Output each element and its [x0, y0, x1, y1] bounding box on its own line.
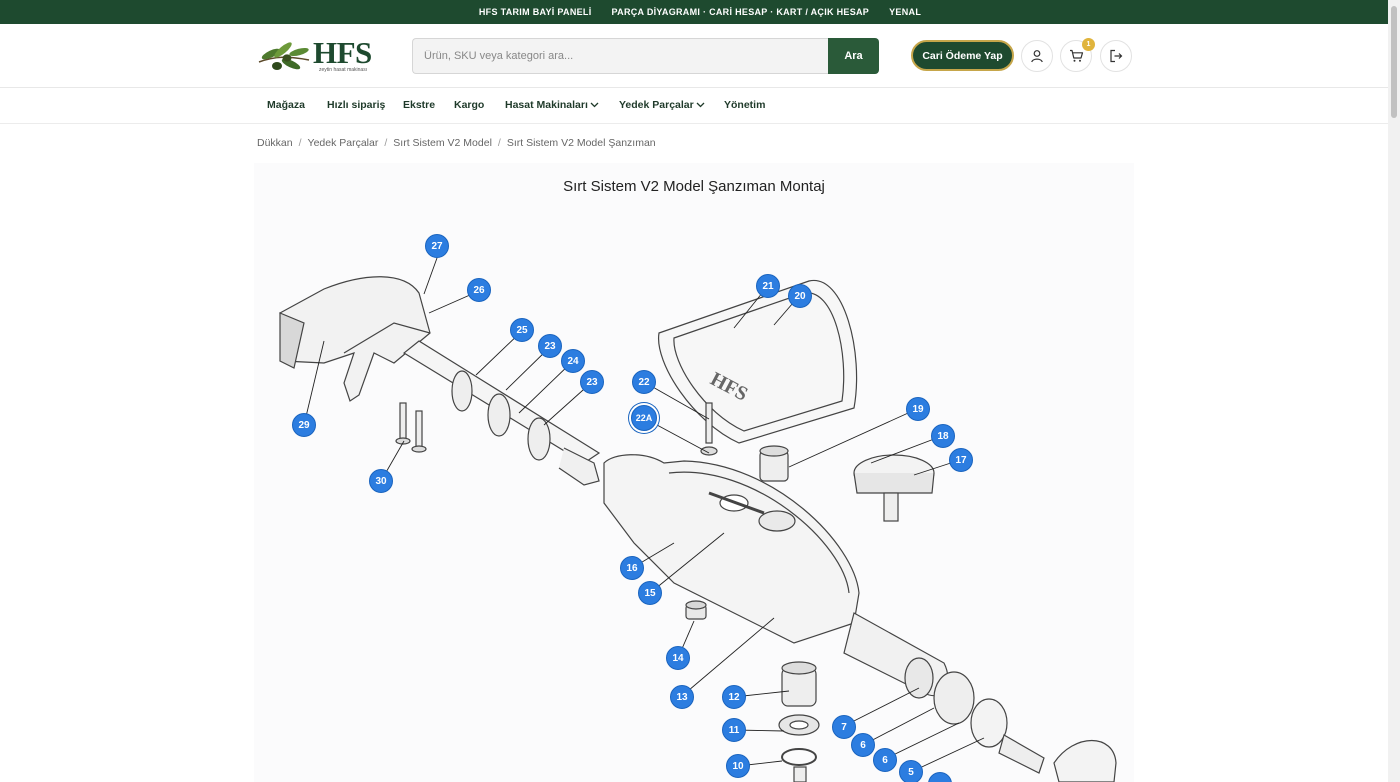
callout-29[interactable]: 29	[292, 413, 316, 437]
callout-16[interactable]: 16	[620, 556, 644, 580]
topbar-item-user: YENAL	[889, 7, 922, 17]
callout-18[interactable]: 18	[931, 424, 955, 448]
chevron-down-icon	[590, 102, 599, 108]
callout-26[interactable]: 26	[467, 278, 491, 302]
scrollbar-thumb[interactable]	[1391, 6, 1397, 118]
chevron-down-icon	[696, 102, 705, 108]
top-announcement-bar: HFS TARIM BAYİ PANELİ PARÇA DİYAGRAMI · …	[0, 0, 1400, 24]
callout-5[interactable]: 5	[899, 760, 923, 782]
callout-12[interactable]: 12	[722, 685, 746, 709]
cart-count-badge: 1	[1082, 38, 1095, 51]
search-input[interactable]	[412, 38, 828, 74]
callout-6[interactable]: 6	[851, 733, 875, 757]
callout-22a[interactable]: 22A	[631, 405, 657, 431]
user-icon	[1031, 50, 1043, 63]
callout-30[interactable]: 30	[369, 469, 393, 493]
cari-payment-button[interactable]: Cari Ödeme Yap	[911, 40, 1014, 71]
logout-button[interactable]	[1100, 40, 1132, 72]
breadcrumb-link-yedek-parcalar[interactable]: Yedek Parçalar	[308, 137, 379, 149]
nav-item-hizli-siparis[interactable]: Hızlı sipariş	[327, 99, 385, 111]
parts-diagram: Sırt Sistem V2 Model Şanzıman Montaj HFS	[254, 163, 1134, 782]
nav-item-yonetim[interactable]: Yönetim	[724, 99, 765, 111]
callout-10[interactable]: 10	[726, 754, 750, 778]
callout-23[interactable]: 23	[538, 334, 562, 358]
callout-23b[interactable]: 23	[580, 370, 604, 394]
callout-13[interactable]: 13	[670, 685, 694, 709]
nav-label: Hızlı sipariş	[327, 99, 386, 111]
hfs-logo[interactable]: HFS zeytin hasat makinası	[257, 35, 383, 76]
callout-15[interactable]: 15	[638, 581, 662, 605]
callout-11[interactable]: 11	[722, 718, 746, 742]
nav-label: Ekstre	[403, 99, 436, 111]
callout-14[interactable]: 14	[666, 646, 690, 670]
nav-item-ekstre[interactable]: Ekstre	[403, 99, 435, 111]
nav-item-kargo[interactable]: Kargo	[454, 99, 484, 111]
breadcrumb-separator: /	[384, 137, 388, 149]
logo-tagline: zeytin hasat makinası	[319, 67, 368, 73]
nav-item-hasat-makinalari[interactable]: Hasat Makinaları	[505, 99, 599, 111]
search-button[interactable]: Ara	[828, 38, 879, 74]
nav-label: Yönetim	[724, 99, 766, 111]
callout-21[interactable]: 21	[756, 274, 780, 298]
breadcrumb-link-sirt-sistem[interactable]: Sırt Sistem V2 Model	[393, 137, 492, 149]
breadcrumb-current: Sırt Sistem V2 Model Şanzıman	[506, 137, 656, 149]
main-navigation: Mağaza Hızlı sipariş Ekstre Kargo Hasat …	[0, 88, 1400, 124]
callout-20[interactable]: 20	[788, 284, 812, 308]
logout-icon	[1110, 49, 1123, 63]
callout-27[interactable]: 27	[425, 234, 449, 258]
breadcrumb: Dükkan / Yedek Parçalar / Sırt Sistem V2 M…	[257, 137, 656, 149]
callout-24[interactable]: 24	[561, 349, 585, 373]
cart-icon	[1069, 49, 1083, 62]
site-header: HFS zeytin hasat makinası Ara Cari Ödeme…	[0, 24, 1400, 88]
account-button[interactable]	[1021, 40, 1053, 72]
callout-25[interactable]: 25	[510, 318, 534, 342]
nav-label: Mağaza	[267, 99, 305, 111]
breadcrumb-link-dukkan[interactable]: Dükkan	[257, 137, 293, 149]
callout-17[interactable]: 17	[949, 448, 973, 472]
logo-text: HFS	[313, 35, 372, 70]
nav-label: Hasat Makinaları	[505, 99, 588, 111]
callout-7[interactable]: 7	[832, 715, 856, 739]
nav-label: Kargo	[454, 99, 485, 111]
callout-19[interactable]: 19	[906, 397, 930, 421]
nav-item-yedek-parcalar[interactable]: Yedek Parçalar	[619, 99, 705, 111]
breadcrumb-separator: /	[298, 137, 302, 149]
nav-label: Yedek Parçalar	[619, 99, 694, 111]
topbar-item-panel: HFS TARIM BAYİ PANELİ	[478, 7, 592, 17]
topbar-item-features: PARÇA DİYAGRAMI · CARİ HESAP · KART / AÇ…	[611, 7, 870, 17]
callout-6b[interactable]: 6	[873, 748, 897, 772]
search-bar: Ara	[412, 38, 879, 74]
breadcrumb-separator: /	[497, 137, 501, 149]
nav-item-magaza[interactable]: Mağaza	[267, 99, 305, 111]
callout-22[interactable]: 22	[632, 370, 656, 394]
